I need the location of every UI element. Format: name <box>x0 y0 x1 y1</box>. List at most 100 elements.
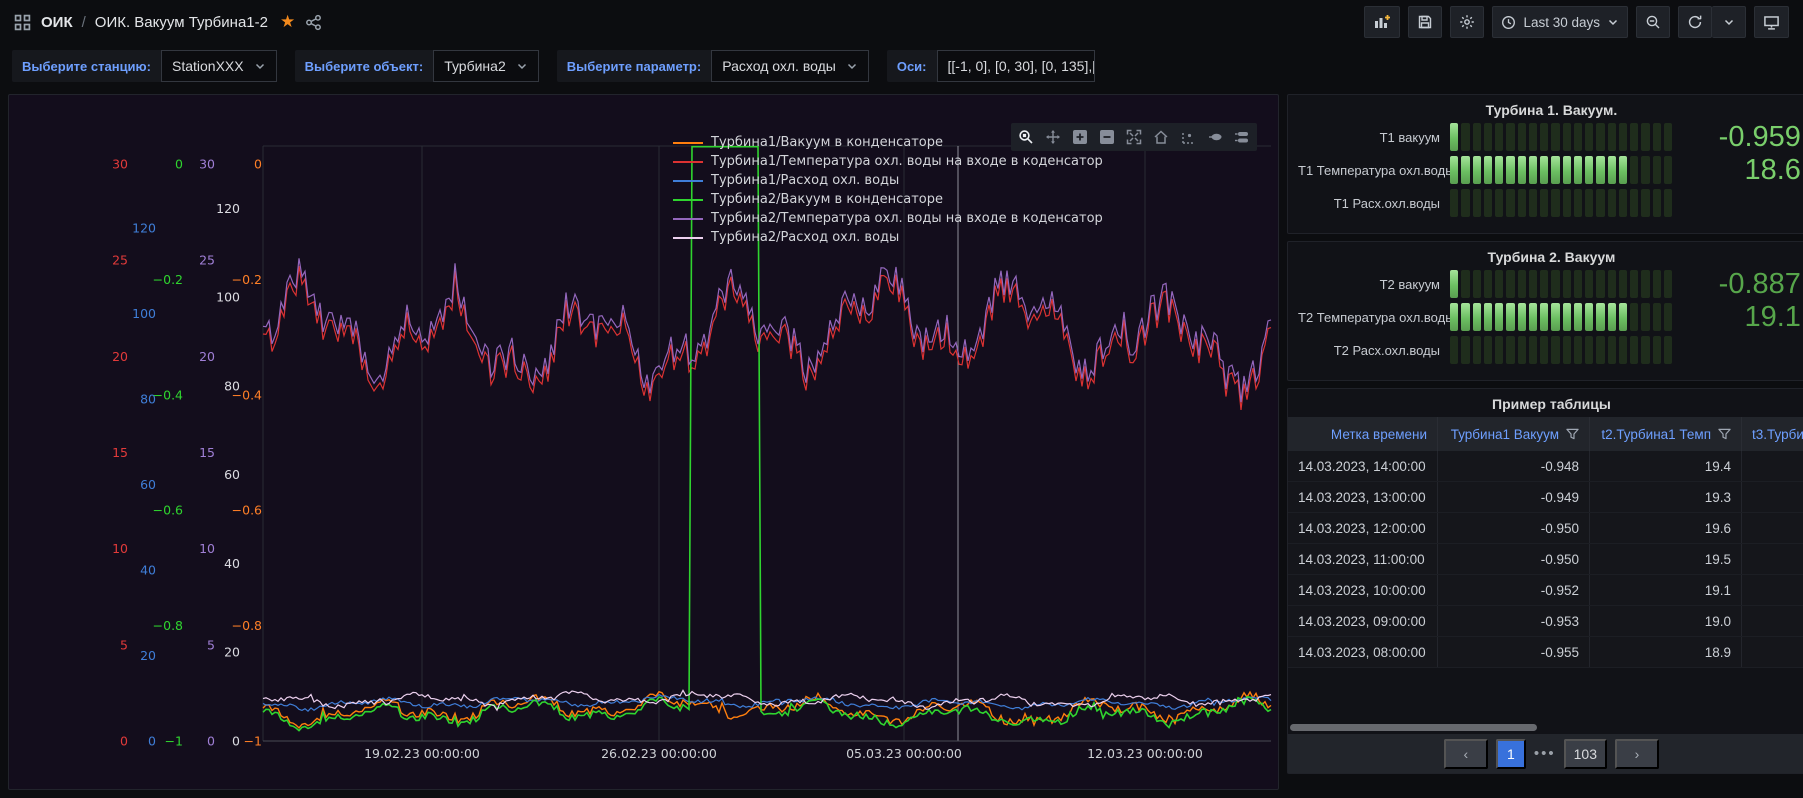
gauge-segment <box>1518 189 1526 217</box>
column-header-3[interactable]: t3.Турби <box>1742 417 1803 451</box>
gauge-segment <box>1585 123 1593 151</box>
legend-item-5[interactable]: Турбина2/Расход охл. воды <box>673 228 1103 247</box>
station-select[interactable]: StationXXX <box>161 50 277 82</box>
pan-icon[interactable] <box>1040 124 1066 150</box>
save-dashboard-button[interactable] <box>1408 6 1442 38</box>
gauge-segment <box>1551 123 1559 151</box>
filter-funnel-icon[interactable] <box>1566 428 1579 440</box>
gauge-segment <box>1495 270 1503 298</box>
gauge-segment <box>1585 156 1593 184</box>
hover-closest-icon[interactable] <box>1202 124 1228 150</box>
y-tick-t2_vacuum: −0.4 <box>153 387 183 402</box>
add-panel-button[interactable] <box>1364 6 1400 38</box>
x-tick-label: 05.03.23 00:00:00 <box>846 746 962 761</box>
pagination-next-button[interactable]: › <box>1615 739 1659 769</box>
table-cell: 14.03.2023, 13:00:00 <box>1288 482 1438 512</box>
gauge-segment <box>1653 156 1661 184</box>
gauge-segment <box>1641 123 1649 151</box>
gauge-segment <box>1473 270 1481 298</box>
table-cell <box>1742 513 1803 543</box>
legend-item-3[interactable]: Турбина2/Вакуум в конденсаторе <box>673 190 1103 209</box>
scrollbar-thumb[interactable] <box>1290 724 1537 731</box>
gauge-segment <box>1641 336 1649 364</box>
gauge-segment <box>1461 189 1469 217</box>
axes-input[interactable]: [[-1, 0], [0, 30], [0, 135],[-1, 0 <box>937 50 1095 82</box>
dashboard-settings-button[interactable] <box>1450 6 1484 38</box>
legend-label: Турбина1/Температура охл. воды на входе … <box>711 154 1103 169</box>
breadcrumb-section[interactable]: ОИК <box>41 14 73 31</box>
gauge-segment <box>1529 270 1537 298</box>
apps-grid-icon[interactable] <box>14 14 31 31</box>
gauge-value: 19.1 <box>1672 303 1803 331</box>
y-tick-t2_flow: 60 <box>224 467 240 482</box>
y-tick-t1_temp: 25 <box>112 253 128 268</box>
gauge-segment <box>1596 336 1604 364</box>
legend-swatch-icon <box>673 199 703 201</box>
gauge-segment <box>1506 189 1514 217</box>
chevron-down-icon <box>1723 16 1735 28</box>
filter-object: Выберите объект:Турбина2 <box>295 50 539 82</box>
gauge-segment <box>1551 270 1559 298</box>
spike-lines-icon[interactable] <box>1175 124 1201 150</box>
filter-label-station: Выберите станцию: <box>12 50 161 82</box>
gauge-segment <box>1585 336 1593 364</box>
gauge-segment <box>1664 336 1672 364</box>
gauge-segment <box>1551 156 1559 184</box>
pagination-last-page[interactable]: 103 <box>1564 739 1607 769</box>
table-row: 14.03.2023, 09:00:00-0.95319.0 <box>1288 606 1803 637</box>
gauge-segment <box>1630 303 1638 331</box>
column-header-0[interactable]: Метка времени <box>1288 417 1438 451</box>
table-row: 14.03.2023, 12:00:00-0.95019.6 <box>1288 513 1803 544</box>
refresh-interval-dropdown[interactable] <box>1712 6 1746 38</box>
y-tick-t2_vacuum: −0.2 <box>153 272 183 287</box>
y-tick-t1_vacuum: −0.8 <box>232 618 262 633</box>
pagination-current-page[interactable]: 1 <box>1496 739 1526 769</box>
gauge-segment <box>1563 270 1571 298</box>
gauge-segment <box>1518 270 1526 298</box>
hover-compare-icon[interactable] <box>1229 124 1255 150</box>
legend-item-1[interactable]: Турбина1/Температура охл. воды на входе … <box>673 152 1103 171</box>
right-column: Турбина 1. Вакуум.T1 вакуум-0.959T1 Темп… <box>1287 94 1803 790</box>
chevron-down-icon <box>1607 16 1619 28</box>
filter-label-parameter: Выберите параметр: <box>557 50 711 82</box>
favorite-star-icon[interactable]: ★ <box>280 12 295 32</box>
legend-item-2[interactable]: Турбина1/Расход охл. воды <box>673 171 1103 190</box>
gauge-segment <box>1495 156 1503 184</box>
gauge-segment <box>1473 336 1481 364</box>
y-tick-t2_temp: 30 <box>199 157 215 172</box>
zoom-in-icon[interactable] <box>1067 124 1093 150</box>
time-range-picker[interactable]: Last 30 days <box>1492 6 1628 38</box>
table-cell: -0.953 <box>1438 606 1590 636</box>
zoom-out-icon[interactable] <box>1094 124 1120 150</box>
table-cell: -0.950 <box>1438 544 1590 574</box>
reset-axes-icon[interactable] <box>1148 124 1174 150</box>
gauge-segment <box>1461 336 1469 364</box>
gauge-segment <box>1529 303 1537 331</box>
column-header-label: t3.Турби <box>1752 427 1803 442</box>
filter-parameter: Выберите параметр:Расход охл. воды <box>557 50 869 82</box>
chevron-down-icon <box>846 60 858 72</box>
tv-mode-button[interactable] <box>1754 6 1789 38</box>
gauge-segment <box>1518 123 1526 151</box>
table-row: 14.03.2023, 13:00:00-0.94919.3 <box>1288 482 1803 513</box>
zoom-icon[interactable] <box>1013 124 1039 150</box>
gauge-segment <box>1506 270 1514 298</box>
gauge-segment <box>1518 303 1526 331</box>
share-icon[interactable] <box>305 14 322 31</box>
y-tick-t1_flow: 120 <box>132 221 156 236</box>
time-range-label: Last 30 days <box>1523 15 1600 30</box>
zoom-out-time-button[interactable] <box>1636 6 1670 38</box>
gauge-segment <box>1574 123 1582 151</box>
autoscale-icon[interactable] <box>1121 124 1147 150</box>
parameter-select[interactable]: Расход охл. воды <box>711 50 869 82</box>
column-header-2[interactable]: t2.Турбина1 Темп <box>1590 417 1742 451</box>
object-select[interactable]: Турбина2 <box>433 50 539 82</box>
column-header-1[interactable]: Турбина1 Вакуум <box>1438 417 1590 451</box>
refresh-button[interactable] <box>1678 6 1712 38</box>
y-tick-t2_flow: 120 <box>216 201 240 216</box>
pagination-prev-button[interactable]: ‹ <box>1444 739 1488 769</box>
gauge-segment <box>1495 189 1503 217</box>
filter-label-axes: Оси: <box>887 50 937 82</box>
legend-item-4[interactable]: Турбина2/Температура охл. воды на входе … <box>673 209 1103 228</box>
filter-funnel-icon[interactable] <box>1718 428 1731 440</box>
